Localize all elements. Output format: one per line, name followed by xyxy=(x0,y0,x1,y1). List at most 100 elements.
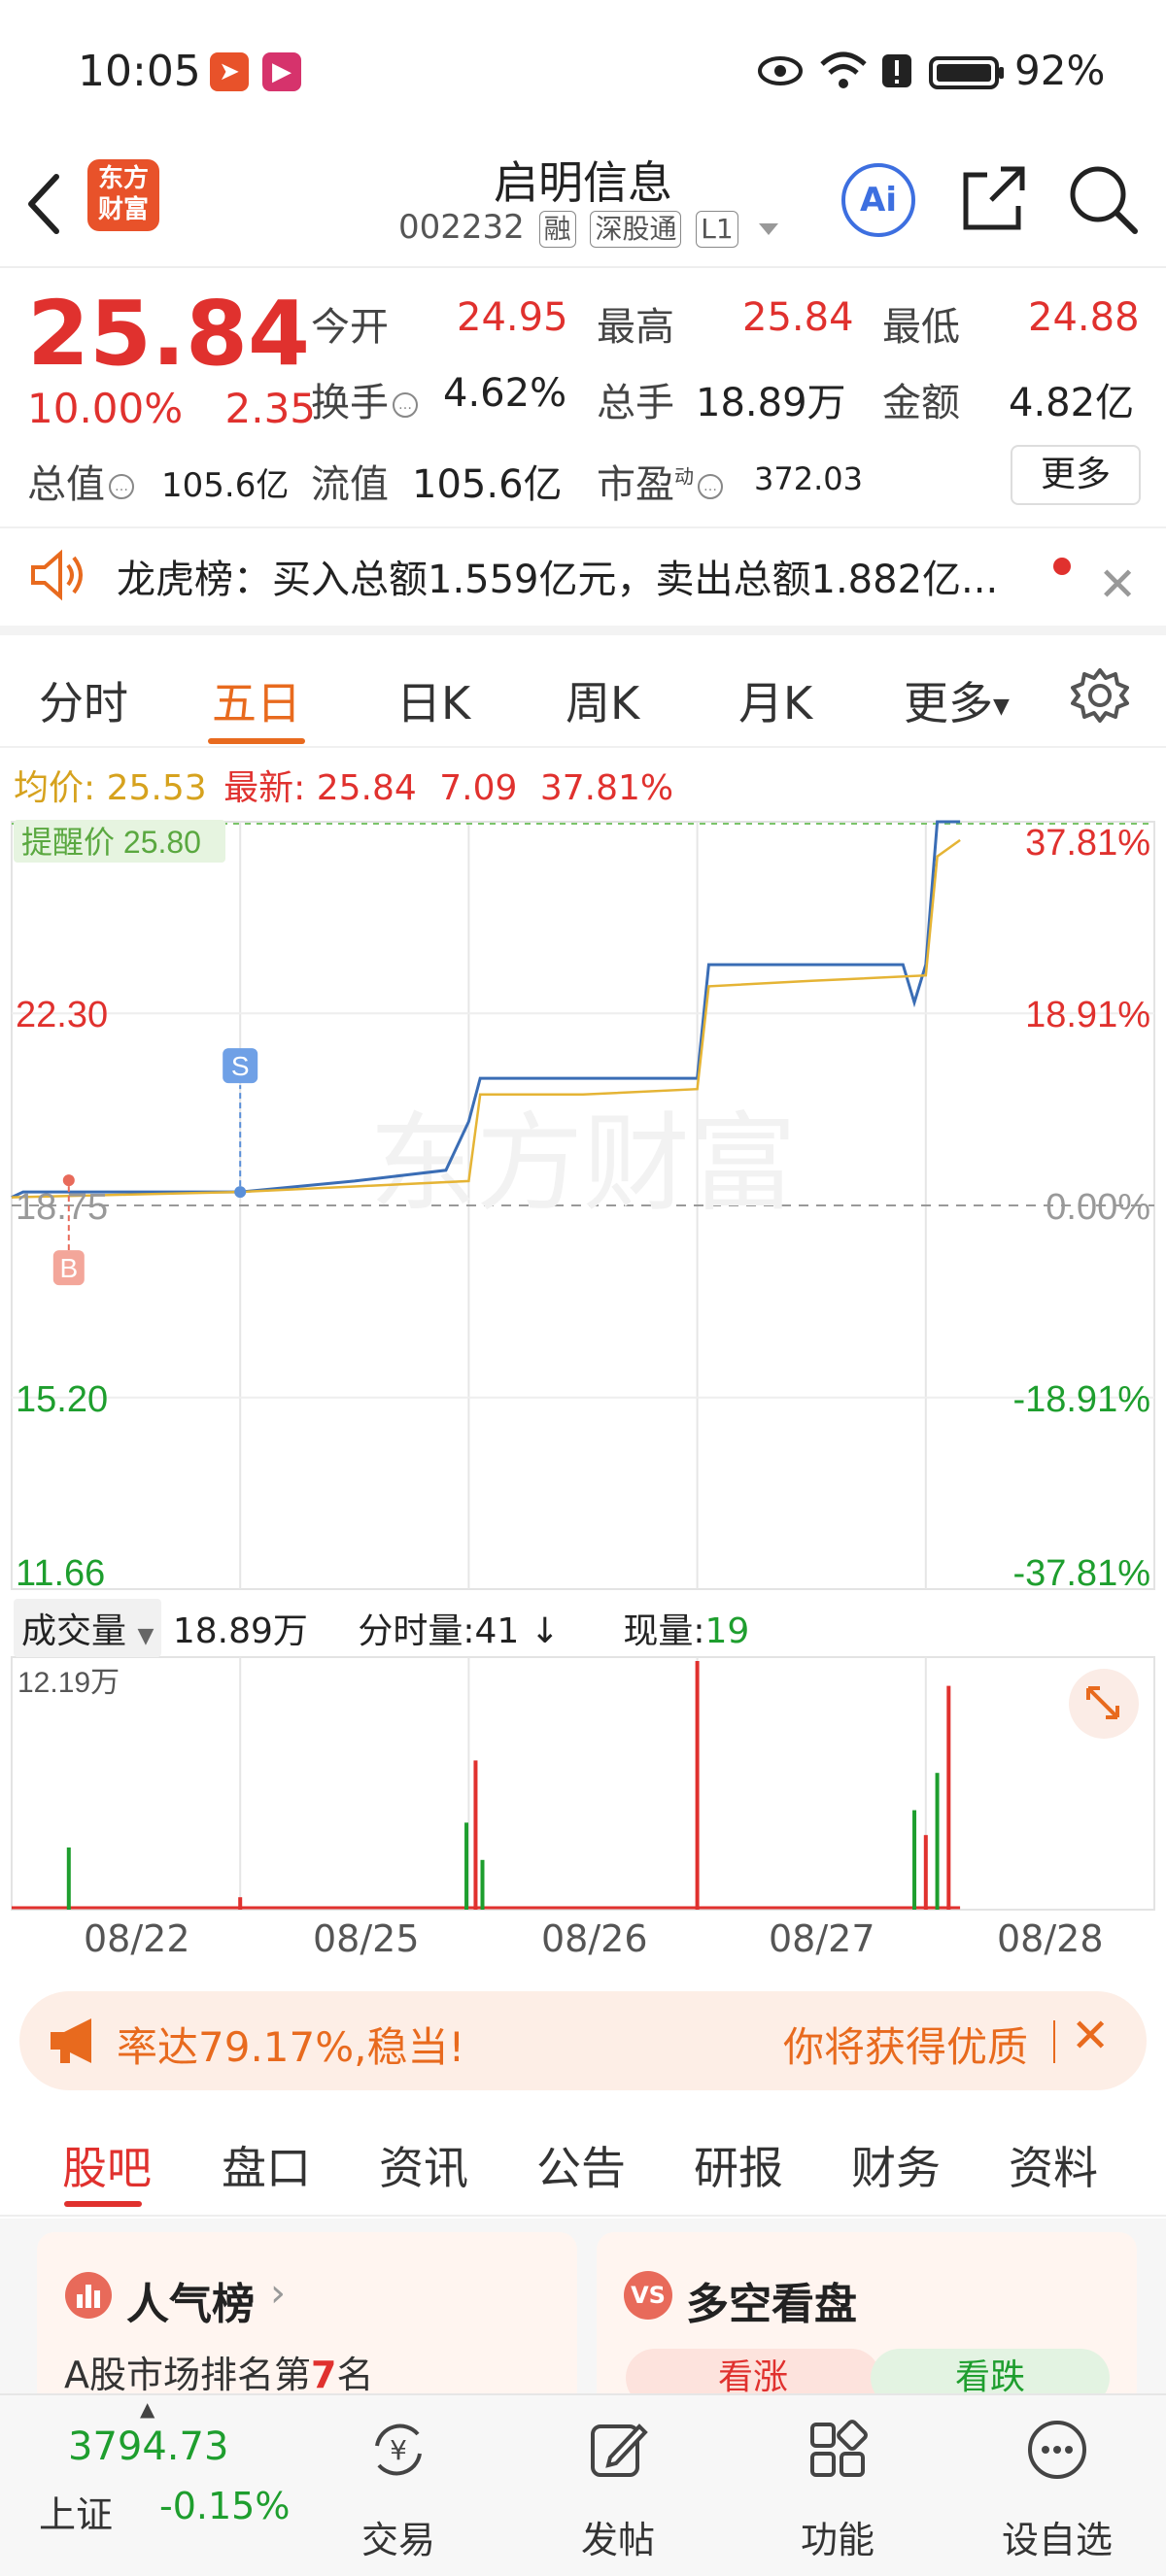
nav-label: 功能 xyxy=(800,2519,874,2561)
logo-line1: 东方 xyxy=(97,164,149,193)
megaphone-icon xyxy=(51,2018,91,2063)
chart-grid xyxy=(11,821,1155,1911)
market-cap-value: 105.6亿 xyxy=(161,466,290,505)
close-icon[interactable]: ✕ xyxy=(1098,558,1137,612)
tab-order-book[interactable]: 盘口 xyxy=(222,2133,311,2197)
pe-label: 市盈动… xyxy=(597,453,723,509)
sell-marker-label: S xyxy=(231,1051,250,1081)
price-axis-label: 22.30 xyxy=(16,995,108,1035)
tab-weekly-k[interactable]: 周K xyxy=(566,668,639,732)
percent-axis-label: 0.00% xyxy=(1046,1187,1150,1228)
latest-label: 最新: xyxy=(223,768,306,808)
tab-intraday[interactable]: 分时 xyxy=(39,668,128,732)
price-change: 10.00% 2.35 xyxy=(27,385,316,432)
price-axis-label: 18.75 xyxy=(16,1187,108,1228)
avg-value: 25.53 xyxy=(106,768,207,808)
volume-value: 18.89万 xyxy=(696,381,846,425)
close-icon[interactable]: ✕ xyxy=(1071,2009,1110,2063)
volume-bar xyxy=(923,1835,928,1910)
now-volume-label: 现量: xyxy=(623,1611,705,1651)
chevron-down-icon xyxy=(758,222,778,235)
nav-label: 发帖 xyxy=(580,2519,655,2561)
nav-label: 设自选 xyxy=(1001,2519,1113,2561)
volume-info-row: 成交量 ▼ 18.89万 分时量:41 ↓ 现量:19 xyxy=(14,1599,749,1657)
more-dots-icon xyxy=(1028,2421,1086,2479)
alert-icon xyxy=(882,54,911,87)
svg-text:¥: ¥ xyxy=(390,2434,407,2466)
notice-bar[interactable]: 龙虎榜：买入总额1.559亿元，卖出总额1.882亿... ✕ xyxy=(0,526,1166,635)
tab-profile[interactable]: 资料 xyxy=(1009,2133,1098,2197)
high-label: 最高 xyxy=(597,305,674,350)
volume-bar xyxy=(473,1760,478,1910)
quote-panel: 25.84 10.00% 2.35 今开 24.95 最高 25.84 最低 2… xyxy=(0,270,1166,523)
trade-markers: BS xyxy=(52,1048,258,1286)
chevron-right-icon: › xyxy=(270,2271,286,2316)
tab-news[interactable]: 资讯 xyxy=(379,2133,468,2197)
volume-bar xyxy=(912,1810,917,1910)
price-axis-label: 11.66 xyxy=(16,1553,105,1594)
tag-margin: 融 xyxy=(538,211,576,248)
stock-code-row[interactable]: 002232 融 深股通 L1 xyxy=(389,208,797,248)
feature-cards: 人气榜 › A股市场排名第7名 VS 多空看盘 看涨 看跌 xyxy=(0,2219,1166,2407)
unread-dot xyxy=(1053,558,1071,575)
promo-banner[interactable]: 率达79.17%,稳当! 你将获得优质 ✕ xyxy=(19,1991,1147,2090)
change-percent: 10.00% xyxy=(27,385,184,432)
chevron-down-icon: ▼ xyxy=(137,1624,154,1648)
index-name: 上证 xyxy=(39,2493,114,2536)
five-day-chart[interactable]: 东方财富 25.8437.81%22.3018.91%18.750.00%15.… xyxy=(0,812,1166,1939)
tab-monthly-k[interactable]: 月K xyxy=(738,668,812,732)
tab-research[interactable]: 研报 xyxy=(694,2133,783,2197)
caret-up-icon: ▲ xyxy=(140,2397,155,2421)
grid-icon xyxy=(810,2420,868,2477)
bull-bear-card[interactable]: VS 多空看盘 看涨 看跌 xyxy=(597,2232,1137,2407)
low-value: 24.88 xyxy=(1028,295,1140,340)
high-value: 25.84 xyxy=(742,295,854,340)
index-ticker[interactable]: ▲ 3794.73 上证 -0.15% xyxy=(0,2395,321,2576)
chevron-down-icon: ▼ xyxy=(993,695,1010,719)
date-label: 08/25 xyxy=(313,1917,420,1960)
volume-bar xyxy=(464,1822,469,1910)
stock-name: 启明信息 xyxy=(494,156,672,209)
tab-more[interactable]: 更多▼ xyxy=(904,668,1010,732)
percent-axis-label: -37.81% xyxy=(1012,1553,1150,1594)
tab-forum[interactable]: 股吧 xyxy=(62,2133,152,2197)
search-icon[interactable] xyxy=(1067,161,1139,235)
tab-announcements[interactable]: 公告 xyxy=(536,2133,626,2197)
yen-exchange-icon: ¥ xyxy=(375,2423,422,2476)
volume-max-label: 12.19万 xyxy=(17,1667,120,1699)
info-icon[interactable]: … xyxy=(698,474,723,499)
pe-value: 372.03 xyxy=(754,460,863,497)
gear-icon[interactable] xyxy=(1071,666,1129,725)
bar-chart-icon xyxy=(65,2272,112,2319)
volume-bar xyxy=(480,1859,485,1910)
popularity-card[interactable]: 人气榜 › A股市场排名第7名 xyxy=(37,2232,577,2407)
volume-label: 总手 xyxy=(597,381,674,425)
latest-value: 25.84 xyxy=(316,768,417,808)
back-arrow-icon[interactable] xyxy=(19,165,78,243)
ai-button[interactable]: Ai xyxy=(841,163,915,237)
tab-daily-k[interactable]: 日K xyxy=(396,668,470,732)
status-time: 10:05 xyxy=(78,47,201,96)
open-label: 今开 xyxy=(311,305,389,350)
brand-logo[interactable]: 东方 财富 xyxy=(87,159,159,231)
open-value: 24.95 xyxy=(457,295,568,340)
share-icon[interactable] xyxy=(958,161,1028,235)
tab-five-day[interactable]: 五日 xyxy=(212,668,301,732)
alert-price-label[interactable]: 提醒价 25.80 xyxy=(21,825,201,860)
turnover-value: 4.62% xyxy=(443,371,567,416)
percent-axis-label: 18.91% xyxy=(1025,995,1150,1035)
info-icon[interactable]: … xyxy=(393,392,418,418)
buy-marker-label: B xyxy=(59,1253,78,1283)
volume-bars xyxy=(12,1661,961,1910)
more-button[interactable]: 更多 xyxy=(1011,445,1141,505)
battery-percent: 92% xyxy=(1014,47,1106,94)
percent-axis-label: -18.91% xyxy=(1012,1379,1150,1420)
volume-selector[interactable]: 成交量 ▼ xyxy=(14,1599,162,1657)
info-icon[interactable]: … xyxy=(109,474,134,499)
bottom-nav: ▲ 3794.73 上证 -0.15% ¥ 交易 发帖 功能 设自选 xyxy=(0,2393,1166,2576)
vs-icon: VS xyxy=(624,2271,672,2320)
market-cap-label: 总值… xyxy=(27,453,134,509)
volume-bar xyxy=(935,1773,940,1910)
tab-financials[interactable]: 财务 xyxy=(851,2133,941,2197)
content-tabs: 股吧 盘口 资讯 公告 研报 财务 资料 xyxy=(0,2108,1166,2217)
